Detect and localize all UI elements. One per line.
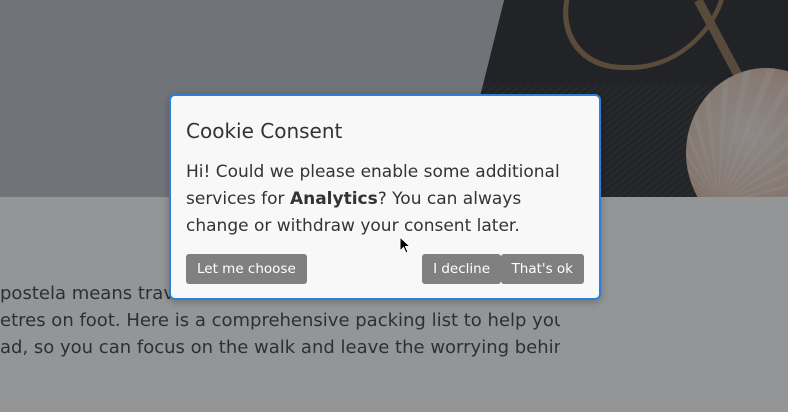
dialog-message: Hi! Could we please enable some addition… [186,159,584,240]
decline-button[interactable]: I decline [422,254,501,284]
page: postela means travel etres on foot. Here… [0,0,788,412]
dialog-actions: Let me choose I decline That's ok [186,254,584,284]
accept-button[interactable]: That's ok [500,254,584,284]
mouse-pointer-icon [399,236,411,254]
cookie-consent-dialog: Cookie Consent Hi! Could we please enabl… [169,94,601,300]
service-name: Analytics [289,189,378,209]
dialog-title: Cookie Consent [186,119,343,143]
let-me-choose-button[interactable]: Let me choose [186,254,307,284]
